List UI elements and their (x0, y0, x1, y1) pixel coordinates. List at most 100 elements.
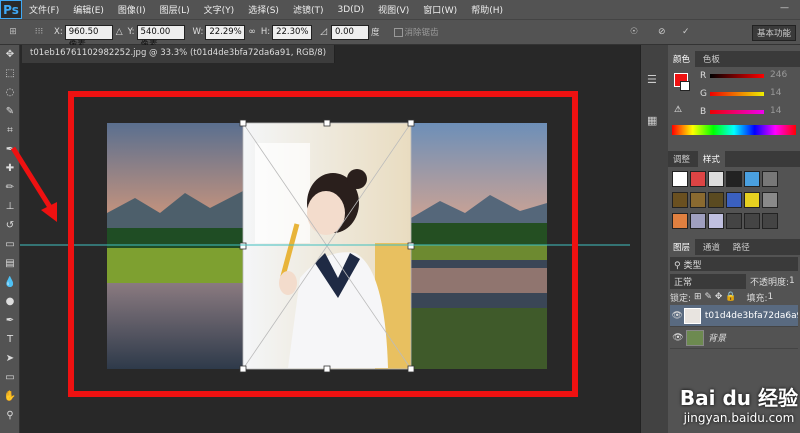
b-value[interactable]: 14 (770, 106, 781, 116)
layer-name[interactable]: t01d4de3bfa72da6a91 (705, 311, 798, 321)
options-bar: ⊞ ⁝⁝⁝ X: 960.50 像素 △ Y: 540.00 像素 W: 22.… (0, 19, 800, 50)
annotation-arrow (10, 146, 57, 222)
tab-paths[interactable]: 路径 (728, 239, 755, 255)
color-panel: R 246 G 14 ⚠ B 14 (668, 67, 800, 139)
lasso-tool-icon[interactable]: ◌ (0, 83, 20, 102)
tab-channels[interactable]: 通道 (698, 239, 725, 255)
gradient-tool-icon[interactable]: ▤ (0, 254, 20, 273)
menu-type[interactable]: 文字(Y) (197, 3, 242, 16)
style-swatch[interactable] (726, 171, 742, 187)
style-swatch[interactable] (672, 192, 688, 208)
tab-layers[interactable]: 图层 (668, 239, 696, 255)
layer-row[interactable]: 👁 t01d4de3bfa72da6a91 (670, 305, 798, 327)
style-swatch[interactable] (690, 213, 706, 229)
kind-filter-label: 类型 (683, 261, 702, 271)
tab-styles[interactable]: 样式 (697, 151, 725, 167)
workspace-button[interactable]: 基本功能 (751, 25, 796, 41)
antialias-checkbox[interactable] (393, 27, 403, 37)
reference-point-icon[interactable]: ⁝⁝⁝ (26, 27, 52, 37)
kind-filter[interactable]: ⚲ 类型 (670, 257, 798, 271)
style-swatch[interactable] (690, 192, 706, 208)
properties-panel-icon[interactable]: ▦ (647, 114, 662, 127)
style-swatch[interactable] (708, 192, 724, 208)
hand-tool-icon[interactable]: ✋ (0, 387, 20, 406)
minimize-icon[interactable]: — (780, 3, 792, 15)
zoom-tool-icon[interactable]: ⚲ (0, 406, 20, 425)
x-field[interactable]: 960.50 像素 (64, 24, 113, 50)
menu-help[interactable]: 帮助(H) (464, 3, 510, 16)
pen-tool-icon[interactable]: ✒ (0, 311, 20, 330)
marquee-tool-icon[interactable]: ⬚ (0, 64, 20, 83)
commit-icon[interactable]: ✓ (682, 27, 690, 37)
type-tool-icon[interactable]: T (0, 330, 20, 349)
delta-icon[interactable]: △ (116, 27, 123, 37)
menu-edit[interactable]: 编辑(E) (66, 3, 111, 16)
y-field[interactable]: 540.00 像素 (136, 24, 185, 50)
w-field[interactable]: 22.29% (205, 24, 246, 40)
style-swatch[interactable] (744, 213, 760, 229)
path-select-icon[interactable]: ➤ (0, 349, 20, 368)
fill-value[interactable]: 1 (768, 292, 774, 302)
style-swatch[interactable] (762, 213, 778, 229)
dodge-tool-icon[interactable]: ● (0, 292, 20, 311)
cancel-icon[interactable]: ⊘ (658, 27, 666, 37)
style-swatch[interactable] (744, 171, 760, 187)
menu-image[interactable]: 图像(I) (111, 3, 153, 16)
r-slider[interactable] (710, 74, 764, 78)
color-spectrum[interactable] (672, 125, 796, 135)
menu-layer[interactable]: 图层(L) (153, 3, 197, 16)
g-slider[interactable] (710, 92, 764, 96)
shape-tool-icon[interactable]: ▭ (0, 368, 20, 387)
style-swatch[interactable] (762, 192, 778, 208)
layers-panel-tabs: 图层 通道 路径 (668, 239, 800, 255)
layer-name[interactable]: 背景 (708, 331, 726, 344)
crop-tool-icon[interactable]: ⌗ (0, 121, 20, 140)
visibility-eye-icon[interactable]: 👁 (670, 311, 684, 321)
blur-tool-icon[interactable]: 💧 (0, 273, 20, 292)
baidu-watermark: Bai du 经验 jingyan.baidu.com (680, 382, 798, 425)
style-swatch[interactable] (744, 192, 760, 208)
style-swatch[interactable] (708, 213, 724, 229)
angle-icon: ◿ (320, 27, 328, 37)
style-swatch[interactable] (726, 192, 742, 208)
menu-window[interactable]: 窗口(W) (416, 3, 464, 16)
visibility-eye-icon[interactable]: 👁 (670, 333, 686, 343)
menu-select[interactable]: 选择(S) (241, 3, 286, 16)
g-value[interactable]: 14 (770, 88, 781, 98)
menu-view[interactable]: 视图(V) (371, 3, 416, 16)
h-label: H: (260, 27, 271, 37)
style-swatch[interactable] (726, 213, 742, 229)
eraser-tool-icon[interactable]: ▭ (0, 235, 20, 254)
menu-filter[interactable]: 滤镜(T) (286, 3, 331, 16)
quick-select-icon[interactable]: ✎ (0, 102, 20, 121)
h-field[interactable]: 22.30% (272, 24, 313, 40)
r-value[interactable]: 246 (770, 70, 787, 80)
b-slider[interactable] (710, 110, 764, 114)
tab-color[interactable]: 颜色 (668, 51, 696, 67)
tab-swatches[interactable]: 色板 (698, 51, 725, 67)
history-panel-icon[interactable]: ☰ (647, 73, 662, 86)
menu-file[interactable]: 文件(F) (22, 3, 66, 16)
opacity-value[interactable]: 1 (789, 276, 795, 286)
transform-tool-icon[interactable]: ⊞ (0, 27, 26, 37)
canvas-area[interactable] (20, 63, 630, 433)
layer-row[interactable]: 👁 背景 (670, 327, 798, 349)
style-swatch[interactable] (708, 171, 724, 187)
menu-3d[interactable]: 3D(D) (330, 5, 371, 15)
style-swatch[interactable] (762, 171, 778, 187)
tab-adjustments[interactable]: 调整 (668, 151, 695, 167)
warp-icon[interactable]: ☉ (630, 27, 638, 37)
style-swatch[interactable] (672, 171, 688, 187)
layer-thumbnail (684, 307, 701, 324)
styles-panel-tabs: 调整 样式 (668, 151, 800, 167)
move-tool-icon[interactable]: ✥ (0, 45, 20, 64)
document-tab[interactable]: t01eb16761102982252.jpg @ 33.3% (t01d4de… (22, 45, 336, 63)
blend-mode-select[interactable]: 正常 (670, 273, 746, 289)
style-swatch[interactable] (672, 213, 688, 229)
style-swatch[interactable] (690, 171, 706, 187)
link-icon[interactable]: ∞ (248, 27, 256, 37)
angle-field[interactable]: 0.00 (331, 24, 370, 40)
tools-panel: ✥ ⬚ ◌ ✎ ⌗ ✒ ✚ ✏ ⊥ ↺ ▭ ▤ 💧 ● ✒ T ➤ ▭ ✋ ⚲ (0, 45, 20, 433)
background-color[interactable] (680, 81, 690, 91)
lock-icons[interactable]: ⊞ ✎ ✥ 🔒 (694, 292, 736, 302)
